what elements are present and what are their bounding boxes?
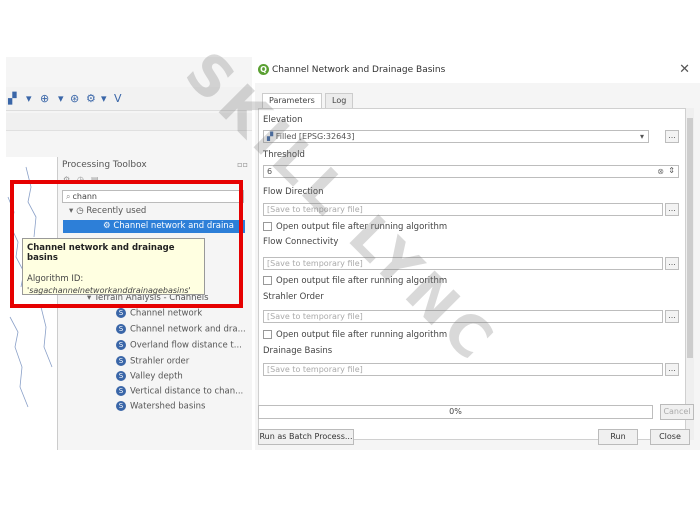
algorithm-item[interactable]: S Vertical distance to chan...: [116, 386, 243, 397]
saga-icon: S: [116, 308, 126, 318]
strahler-order-open-checkbox[interactable]: [263, 330, 272, 339]
spin-arrows-icon[interactable]: ⇕: [668, 165, 675, 176]
threshold-value: 6: [267, 167, 273, 176]
algorithm-label: Channel network and dra...: [130, 324, 246, 335]
drainage-basins-browse-button[interactable]: ...: [665, 363, 679, 376]
main-toolbar: ▞ ▾ ⊕ ▾ ⊛ ⚙ ▾ V: [6, 87, 252, 111]
clear-icon[interactable]: ⊗: [657, 166, 664, 177]
algorithm-label: Watershed basins: [130, 401, 206, 412]
drainage-basins-output[interactable]: [Save to temporary file]: [263, 363, 663, 376]
batch-process-button[interactable]: Run as Batch Process...: [258, 429, 354, 445]
flow-connectivity-browse-button[interactable]: ...: [665, 257, 679, 270]
saga-icon: S: [116, 356, 126, 366]
flow-direction-browse-button[interactable]: ...: [665, 203, 679, 216]
select-icon[interactable]: V: [114, 92, 130, 106]
vertical-scrollbar[interactable]: [686, 108, 694, 440]
tab-log[interactable]: Log: [325, 93, 354, 108]
checkbox-label: Open output file after running algorithm: [276, 330, 448, 340]
elevation-select[interactable]: ▞ Filled [EPSG:32643] ▾: [263, 130, 649, 143]
strahler-order-output[interactable]: [Save to temporary file]: [263, 310, 663, 323]
saga-icon: S: [116, 371, 126, 381]
algorithm-label: Overland flow distance t...: [130, 340, 242, 351]
flow-direction-label: Flow Direction: [263, 187, 324, 197]
threshold-label: Threshold: [263, 150, 305, 160]
dialog-title: Channel Network and Drainage Basins: [272, 65, 446, 75]
flow-direction-output[interactable]: [Save to temporary file]: [263, 203, 663, 216]
secondary-toolbar: [6, 113, 252, 131]
elevation-browse-button[interactable]: ...: [665, 130, 679, 143]
algorithm-label: Channel network: [130, 308, 203, 319]
strahler-order-browse-button[interactable]: ...: [665, 310, 679, 323]
checkbox-label: Open output file after running algorithm: [276, 276, 448, 286]
strahler-order-label: Strahler Order: [263, 292, 324, 302]
cancel-button[interactable]: Cancel: [660, 404, 694, 420]
scrollbar-thumb[interactable]: [687, 118, 693, 358]
drainage-basins-label: Drainage Basins: [263, 346, 333, 356]
threshold-spinbox[interactable]: 6 ⊗ ⇕: [263, 165, 679, 178]
progress-bar: 0%: [258, 405, 653, 419]
saga-icon: S: [116, 401, 126, 411]
raster-layer-icon: ▞: [267, 132, 276, 141]
highlight-annotation-box: [10, 180, 243, 308]
panel-float-icon[interactable]: ▫▫: [237, 160, 248, 169]
flow-direction-open-checkbox[interactable]: [263, 222, 272, 231]
layer-icon[interactable]: ▞: [8, 92, 24, 106]
identify-icon[interactable]: ⊕: [40, 92, 56, 106]
saga-icon: S: [116, 386, 126, 396]
flow-connectivity-open-checkbox[interactable]: [263, 276, 272, 285]
saga-icon: S: [116, 324, 126, 334]
panel-title: Processing Toolbox: [62, 160, 147, 170]
close-icon[interactable]: ✕: [679, 62, 690, 77]
close-button[interactable]: Close: [650, 429, 690, 445]
algorithm-label: Strahler order: [130, 356, 190, 367]
zoom-icon[interactable]: ⊛: [70, 92, 86, 106]
tab-parameters[interactable]: Parameters: [262, 93, 322, 108]
algorithm-dialog: Q Channel Network and Drainage Basins ✕ …: [255, 57, 700, 450]
algorithm-item[interactable]: S Channel network: [116, 308, 202, 319]
algorithm-item[interactable]: S Overland flow distance t...: [116, 340, 242, 351]
algorithm-item[interactable]: S Channel network and dra...: [116, 324, 246, 335]
elevation-label: Elevation: [263, 115, 303, 125]
algorithm-label: Valley depth: [130, 371, 183, 382]
algorithm-item[interactable]: S Watershed basins: [116, 401, 205, 412]
parameters-panel: Elevation ▞ Filled [EPSG:32643] ▾ ... Thr…: [258, 108, 686, 440]
checkbox-label: Open output file after running algorithm: [276, 222, 448, 232]
run-button[interactable]: Run: [598, 429, 638, 445]
flow-connectivity-label: Flow Connectivity: [263, 237, 339, 247]
chevron-down-icon: ▾: [639, 132, 644, 141]
settings-icon[interactable]: ⚙: [86, 92, 102, 106]
algorithm-item[interactable]: S Strahler order: [116, 356, 189, 367]
algorithm-label: Vertical distance to chan...: [130, 386, 244, 397]
flow-connectivity-output[interactable]: [Save to temporary file]: [263, 257, 663, 270]
elevation-value: Filled [EPSG:32643]: [275, 132, 355, 141]
qgis-logo-icon: Q: [258, 64, 269, 75]
dialog-titlebar: Q Channel Network and Drainage Basins ✕: [255, 57, 700, 83]
saga-icon: S: [116, 340, 126, 350]
algorithm-item[interactable]: S Valley depth: [116, 371, 183, 382]
